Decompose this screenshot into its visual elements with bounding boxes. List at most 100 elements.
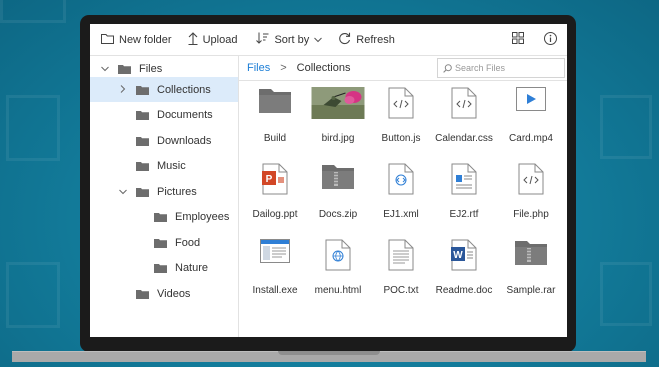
breadcrumb-current: Collections: [296, 61, 351, 74]
file-manager-window: New folder Upload Sort by Refresh Files …: [90, 24, 567, 337]
new-folder-button[interactable]: New folder: [101, 33, 172, 47]
folder-icon: [259, 87, 291, 118]
chevron-down-icon[interactable]: [118, 187, 128, 197]
file-item[interactable]: Calendar.css: [432, 81, 496, 153]
breadcrumb-separator: >: [280, 61, 287, 74]
background-decoration: [600, 95, 652, 159]
tree-item-label: Nature: [175, 261, 209, 274]
zip-icon: [322, 163, 354, 194]
file-item[interactable]: bird.jpg: [306, 81, 370, 153]
breadcrumb: Files > Collections Search Files: [239, 55, 567, 81]
folder-icon: [154, 212, 167, 222]
tree-item-pictures[interactable]: Pictures: [90, 179, 238, 204]
tree-item-downloads[interactable]: Downloads: [90, 128, 238, 153]
word-icon: W: [451, 239, 477, 276]
file-item[interactable]: Card.mp4: [499, 81, 563, 153]
folder-tree: Files Collections Documents Downloads Music P…: [90, 55, 239, 337]
chevron-down-icon[interactable]: [100, 64, 110, 74]
grid-view-icon[interactable]: [512, 32, 524, 47]
folder-icon: [154, 263, 167, 273]
tree-item-label: Documents: [157, 108, 213, 121]
refresh-button[interactable]: Refresh: [338, 32, 395, 48]
upload-icon: [188, 31, 198, 48]
file-name: EJ2.rtf: [449, 209, 479, 220]
tree-item-label: Files: [139, 62, 163, 75]
tree-item-label: Food: [175, 236, 201, 249]
breadcrumb-root-link[interactable]: Files: [247, 62, 270, 74]
tree-item-label: Collections: [157, 83, 211, 96]
new-folder-label: New folder: [119, 33, 172, 46]
folder-icon: [136, 187, 149, 197]
xml-file-icon: [388, 163, 414, 200]
tree-item-music[interactable]: Music: [90, 153, 238, 178]
background-decoration: [0, 0, 66, 23]
chevron-right-icon[interactable]: [118, 84, 128, 95]
file-item[interactable]: File.php: [499, 157, 563, 229]
file-item[interactable]: P Dailog.ppt: [243, 157, 307, 229]
code-file-icon: [388, 87, 414, 124]
tree-item-label: Downloads: [157, 134, 212, 147]
file-item[interactable]: Sample.rar: [499, 233, 563, 305]
search-icon: [443, 63, 452, 73]
file-item[interactable]: menu.html: [306, 233, 370, 305]
folder-icon: [118, 64, 131, 74]
tree-item-label: Music: [157, 159, 186, 172]
toolbar: New folder Upload Sort by Refresh: [90, 24, 567, 56]
tree-item-label: Employees: [175, 210, 230, 223]
background-decoration: [600, 262, 652, 326]
file-item[interactable]: Install.exe: [243, 233, 307, 305]
file-item[interactable]: EJ1.xml: [369, 157, 433, 229]
refresh-label: Refresh: [356, 33, 395, 46]
file-item[interactable]: POC.txt: [369, 233, 433, 305]
chevron-down-icon: [314, 34, 323, 46]
tree-item-nature[interactable]: Nature: [90, 255, 238, 280]
upload-button[interactable]: Upload: [188, 31, 238, 48]
text-file-icon: [388, 239, 414, 276]
tree-item-food[interactable]: Food: [90, 230, 238, 255]
laptop-base-notch: [278, 351, 380, 355]
info-icon[interactable]: [544, 31, 557, 48]
tree-item-label: Videos: [157, 287, 191, 300]
upload-label: Upload: [202, 33, 238, 46]
search-box[interactable]: Search Files: [437, 58, 565, 78]
folder-icon: [136, 110, 149, 120]
file-item[interactable]: Docs.zip: [306, 157, 370, 229]
image-thumbnail: [311, 87, 365, 124]
refresh-icon: [338, 32, 351, 48]
tree-item-label: Pictures: [157, 185, 197, 198]
file-item[interactable]: EJ2.rtf: [432, 157, 496, 229]
sort-icon: [256, 32, 269, 47]
file-item[interactable]: W Readme.doc: [432, 233, 496, 305]
sort-by-button[interactable]: Sort by: [256, 32, 323, 47]
tree-item-documents[interactable]: Documents: [90, 102, 238, 127]
file-name: Calendar.css: [435, 133, 493, 144]
code-file-icon: [518, 163, 544, 200]
powerpoint-icon: P: [262, 163, 288, 200]
folder-icon: [136, 289, 149, 299]
background-decoration: [6, 95, 60, 161]
sort-by-label: Sort by: [274, 33, 310, 46]
folder-icon: [154, 238, 167, 248]
folder-icon: [136, 85, 149, 95]
tree-item-collections[interactable]: Collections: [90, 77, 238, 102]
tree-item-employees[interactable]: Employees: [90, 204, 238, 229]
file-name: Readme.doc: [435, 285, 493, 296]
file-item[interactable]: Button.js: [369, 81, 433, 153]
file-name: Card.mp4: [509, 133, 553, 144]
folder-icon: [136, 136, 149, 146]
file-item[interactable]: Build: [243, 81, 307, 153]
file-name: Sample.rar: [506, 285, 556, 296]
background-decoration: [6, 262, 60, 328]
svg-text:P: P: [266, 174, 273, 185]
rtf-file-icon: [451, 163, 477, 200]
folder-icon: [136, 161, 149, 171]
tree-item-videos[interactable]: Videos: [90, 281, 238, 306]
code-file-icon: [451, 87, 477, 124]
exe-file-icon: [260, 239, 290, 268]
rar-icon: [515, 239, 547, 270]
video-file-icon: [516, 87, 546, 116]
svg-text:W: W: [453, 250, 463, 261]
file-grid: Build bird.jpg Button.js Calendar.css Card.m…: [239, 81, 567, 337]
file-name: File.php: [513, 209, 549, 220]
new-folder-icon: [101, 33, 114, 47]
